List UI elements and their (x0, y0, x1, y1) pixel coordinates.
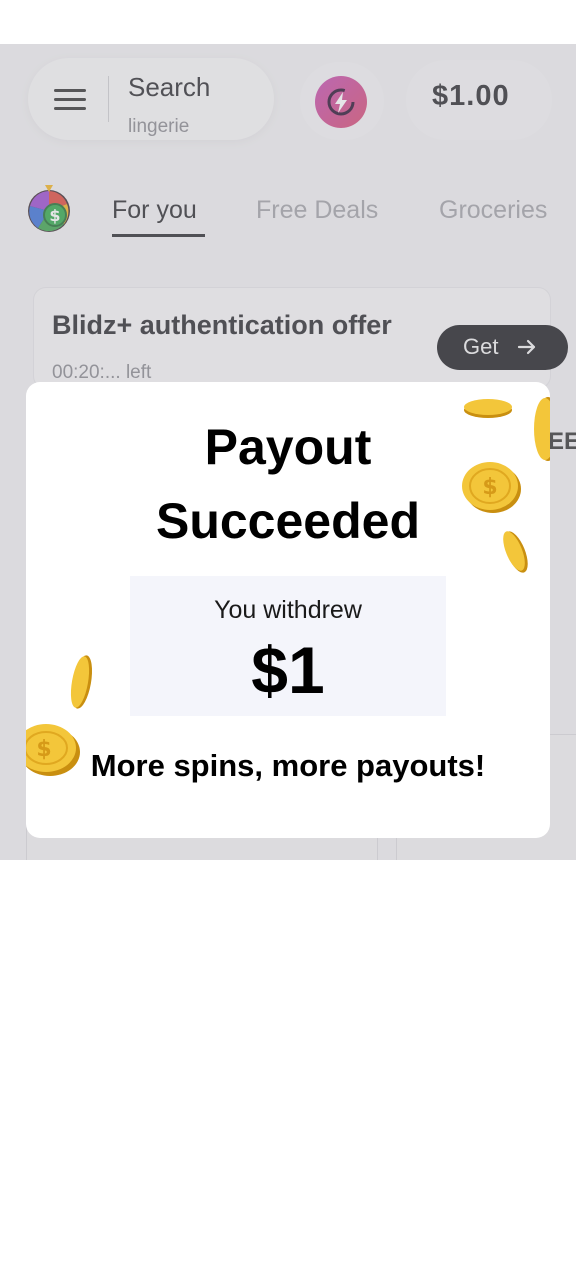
svg-text:$: $ (36, 737, 51, 762)
withdraw-summary: You withdrew $1 (130, 576, 446, 716)
dialog-footer-text: More spins, more payouts! (90, 748, 486, 783)
coin-icon (534, 397, 550, 461)
coin-icon (503, 531, 528, 573)
coin-icon: $ (462, 462, 521, 513)
withdraw-label: You withdrew (214, 596, 362, 624)
coin-icon (464, 399, 512, 418)
coin-icon: $ (26, 724, 80, 776)
coin-icon (70, 655, 93, 709)
svg-text:$: $ (482, 475, 497, 500)
withdraw-amount: $1 (251, 633, 325, 707)
payout-dialog: Payout Succeeded You withdrew $1 More sp… (26, 382, 550, 838)
